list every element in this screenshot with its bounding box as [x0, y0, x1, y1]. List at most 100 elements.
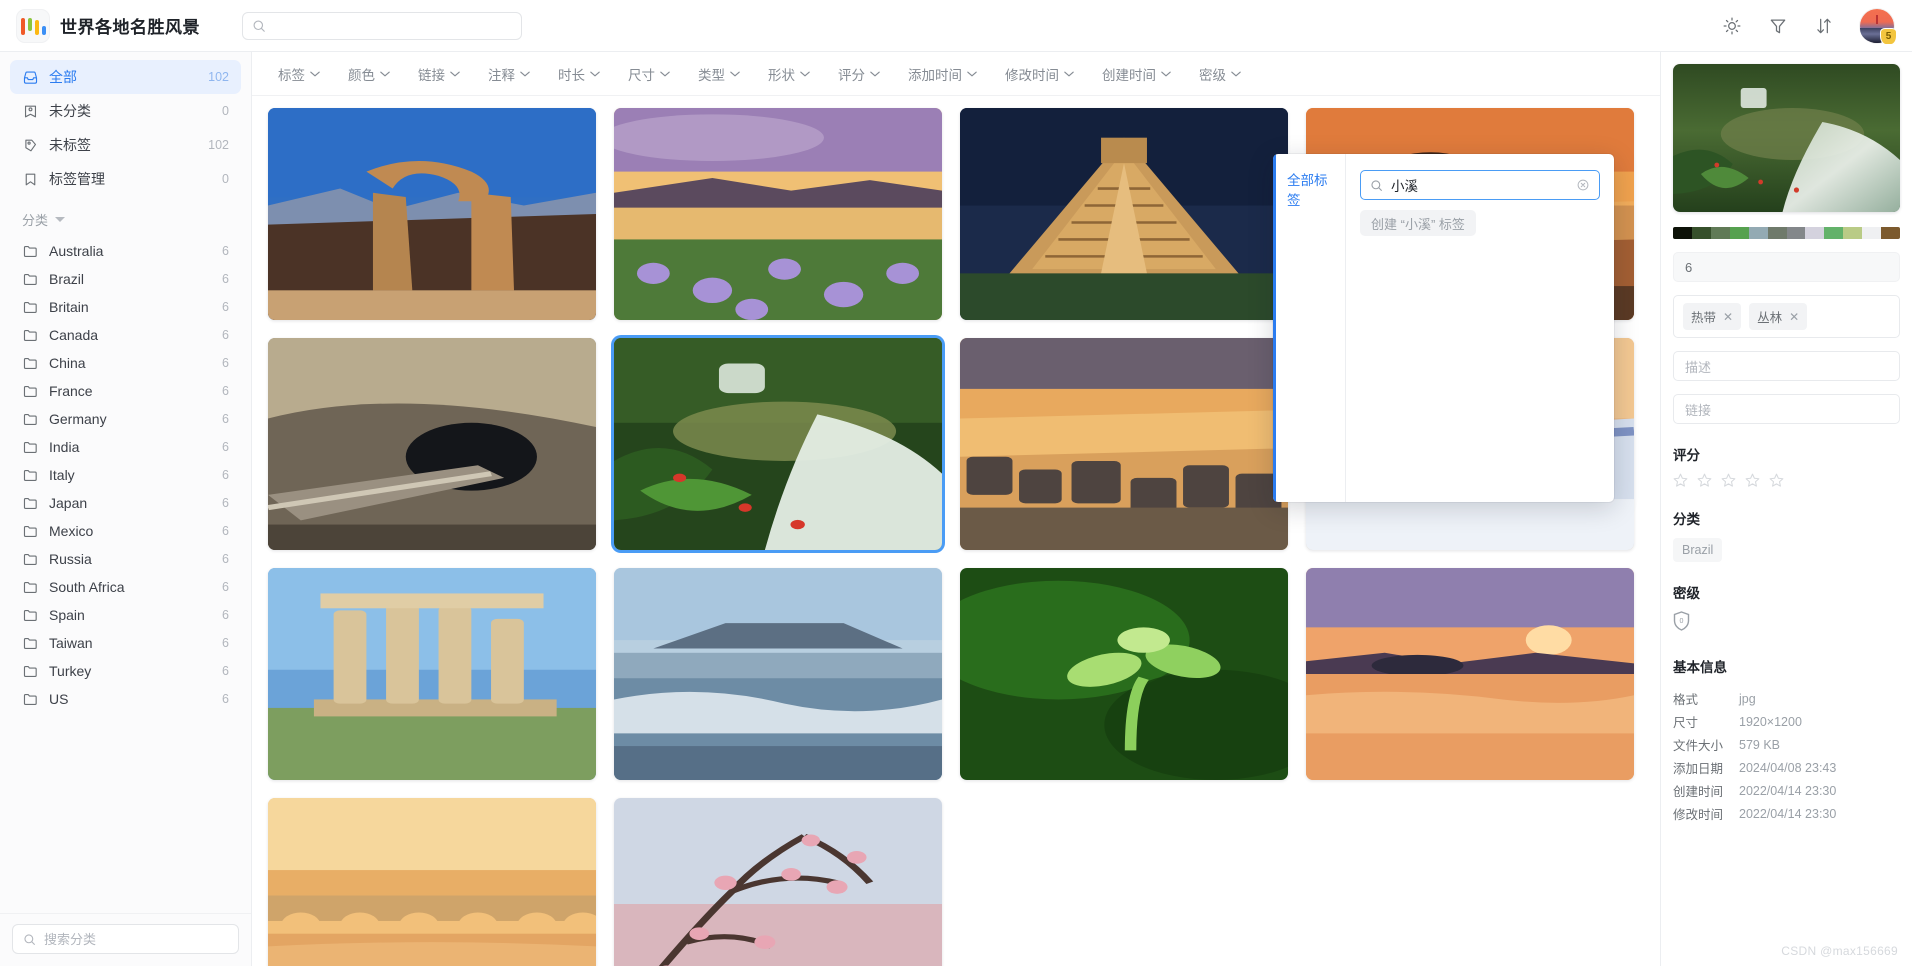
- sidebar-search-box[interactable]: [12, 924, 239, 954]
- filter-icon[interactable]: [1768, 16, 1788, 36]
- sidebar-folder-china[interactable]: China 6: [10, 349, 241, 377]
- tag-popover-all-tags[interactable]: 全部标签: [1273, 154, 1345, 502]
- sidebar-folder-label: Australia: [49, 243, 104, 259]
- sidebar-folder-us[interactable]: US 6: [10, 685, 241, 713]
- sidebar-folder-germany[interactable]: Germany 6: [10, 405, 241, 433]
- brightness-icon[interactable]: [1722, 16, 1742, 36]
- palette-swatch-7[interactable]: [1805, 227, 1825, 239]
- gallery-item-jungle-stream-waterfall[interactable]: [614, 338, 942, 550]
- selected-image-preview[interactable]: [1673, 64, 1900, 212]
- sidebar-folder-canada[interactable]: Canada 6: [10, 321, 241, 349]
- palette-swatch-2[interactable]: [1710, 227, 1730, 239]
- tag-search-box[interactable]: [1360, 170, 1600, 200]
- palette-swatch-0[interactable]: [1673, 227, 1692, 239]
- sidebar-folder-mexico[interactable]: Mexico 6: [10, 517, 241, 545]
- sidebar-folder-britain[interactable]: Britain 6: [10, 293, 241, 321]
- item-name-field[interactable]: 6: [1673, 252, 1900, 282]
- star-3[interactable]: [1721, 473, 1736, 488]
- sidebar-folder-label: China: [49, 355, 86, 371]
- palette-swatch-8[interactable]: [1824, 227, 1844, 239]
- gallery-item-wildflower-lake-sunset[interactable]: [614, 108, 942, 320]
- sidebar-folder-france[interactable]: France 6: [10, 377, 241, 405]
- sidebar-folder-count: 6: [222, 384, 229, 398]
- gallery-item-green-seedling-macro[interactable]: [960, 568, 1288, 780]
- palette-swatch-5[interactable]: [1767, 227, 1787, 239]
- tag-search-input[interactable]: [1391, 177, 1568, 193]
- sidebar-folder-australia[interactable]: Australia 6: [10, 237, 241, 265]
- star-5[interactable]: [1769, 473, 1784, 488]
- palette-swatch-10[interactable]: [1862, 227, 1882, 239]
- palette-swatch-6[interactable]: [1786, 227, 1806, 239]
- sidebar-item-untagged[interactable]: 未标签 102: [10, 128, 241, 162]
- filter-注释[interactable]: 注释: [474, 59, 544, 89]
- rating-stars[interactable]: [1673, 473, 1900, 488]
- sidebar-search-input[interactable]: [44, 931, 228, 947]
- description-field[interactable]: 描述: [1673, 351, 1900, 381]
- filter-标签[interactable]: 标签: [268, 59, 334, 89]
- remove-tag-icon[interactable]: ✕: [1789, 310, 1799, 324]
- sidebar-folder-count: 6: [222, 412, 229, 426]
- item-tags-field[interactable]: 热带 ✕ 丛林 ✕: [1673, 295, 1900, 338]
- sidebar-scroll: 全部 102 未分类 0 未标签 102 标签管理 0 分类 Australia…: [0, 52, 251, 913]
- gallery-item-giants-causeway-sunset[interactable]: [960, 338, 1288, 550]
- clear-circle-icon[interactable]: [1576, 178, 1590, 192]
- sidebar-folder-spain[interactable]: Spain 6: [10, 601, 241, 629]
- sidebar-folder-turkey[interactable]: Turkey 6: [10, 657, 241, 685]
- gallery-item-cave-walkway[interactable]: [268, 338, 596, 550]
- filter-评分[interactable]: 评分: [824, 59, 894, 89]
- gallery-item-seventeen-arch-bridge[interactable]: [268, 798, 596, 966]
- avatar-badge: 5: [1880, 27, 1897, 45]
- palette-swatch-1[interactable]: [1691, 227, 1711, 239]
- color-palette[interactable]: [1673, 227, 1900, 239]
- palette-swatch-11[interactable]: [1881, 227, 1900, 239]
- filter-修改时间[interactable]: 修改时间: [991, 59, 1088, 89]
- gallery-item-plum-blossom-branches[interactable]: [614, 798, 942, 966]
- sidebar-folder-south-africa[interactable]: South Africa 6: [10, 573, 241, 601]
- item-name-value: 6: [1685, 259, 1693, 275]
- star-2[interactable]: [1697, 473, 1712, 488]
- sidebar-item-uncategorized[interactable]: 未分类 0: [10, 94, 241, 128]
- info-row: 格式 jpg: [1673, 687, 1900, 710]
- security-level[interactable]: 0: [1673, 611, 1900, 636]
- category-chip[interactable]: Brazil: [1673, 538, 1723, 562]
- sidebar-item-tag-manager[interactable]: 标签管理 0: [10, 162, 241, 196]
- user-avatar[interactable]: 5: [1860, 8, 1897, 45]
- palette-swatch-9[interactable]: [1843, 227, 1863, 239]
- chevron-down-icon: [520, 71, 530, 76]
- global-search[interactable]: [242, 11, 522, 40]
- sidebar-section-categories[interactable]: 分类: [10, 196, 241, 237]
- sidebar-folder-brazil[interactable]: Brazil 6: [10, 265, 241, 293]
- gallery-item-island-lake-dusk[interactable]: [1306, 568, 1634, 780]
- palette-swatch-4[interactable]: [1748, 227, 1768, 239]
- gallery-item-chichen-itza-pyramid[interactable]: [960, 108, 1288, 320]
- gallery-item-delicate-arch-utah[interactable]: [268, 108, 596, 320]
- filter-时长[interactable]: 时长: [544, 59, 614, 89]
- remove-tag-icon[interactable]: ✕: [1723, 310, 1733, 324]
- sidebar-item-all[interactable]: 全部 102: [10, 60, 241, 94]
- filter-创建时间[interactable]: 创建时间: [1088, 59, 1185, 89]
- filter-形状[interactable]: 形状: [754, 59, 824, 89]
- sidebar-folder-italy[interactable]: Italy 6: [10, 461, 241, 489]
- sidebar-folder-taiwan[interactable]: Taiwan 6: [10, 629, 241, 657]
- create-tag-button[interactable]: 创建 “小溪” 标签: [1360, 210, 1476, 236]
- gallery-item-table-mountain-seascape[interactable]: [614, 568, 942, 780]
- filter-尺寸[interactable]: 尺寸: [614, 59, 684, 89]
- filter-颜色[interactable]: 颜色: [334, 59, 404, 89]
- link-field[interactable]: 链接: [1673, 394, 1900, 424]
- tag-chip[interactable]: 丛林 ✕: [1749, 303, 1808, 330]
- filter-链接[interactable]: 链接: [404, 59, 474, 89]
- star-4[interactable]: [1745, 473, 1760, 488]
- info-row: 尺寸 1920×1200: [1673, 710, 1900, 733]
- sidebar-folder-india[interactable]: India 6: [10, 433, 241, 461]
- gallery-item-greek-temple-columns[interactable]: [268, 568, 596, 780]
- filter-添加时间[interactable]: 添加时间: [894, 59, 991, 89]
- sidebar-folder-japan[interactable]: Japan 6: [10, 489, 241, 517]
- palette-swatch-3[interactable]: [1729, 227, 1749, 239]
- sort-icon[interactable]: [1814, 16, 1834, 36]
- filter-密级[interactable]: 密级: [1185, 59, 1255, 89]
- tag-chip[interactable]: 热带 ✕: [1683, 303, 1742, 330]
- search-input[interactable]: [273, 18, 512, 33]
- sidebar-folder-russia[interactable]: Russia 6: [10, 545, 241, 573]
- filter-类型[interactable]: 类型: [684, 59, 754, 89]
- star-1[interactable]: [1673, 473, 1688, 488]
